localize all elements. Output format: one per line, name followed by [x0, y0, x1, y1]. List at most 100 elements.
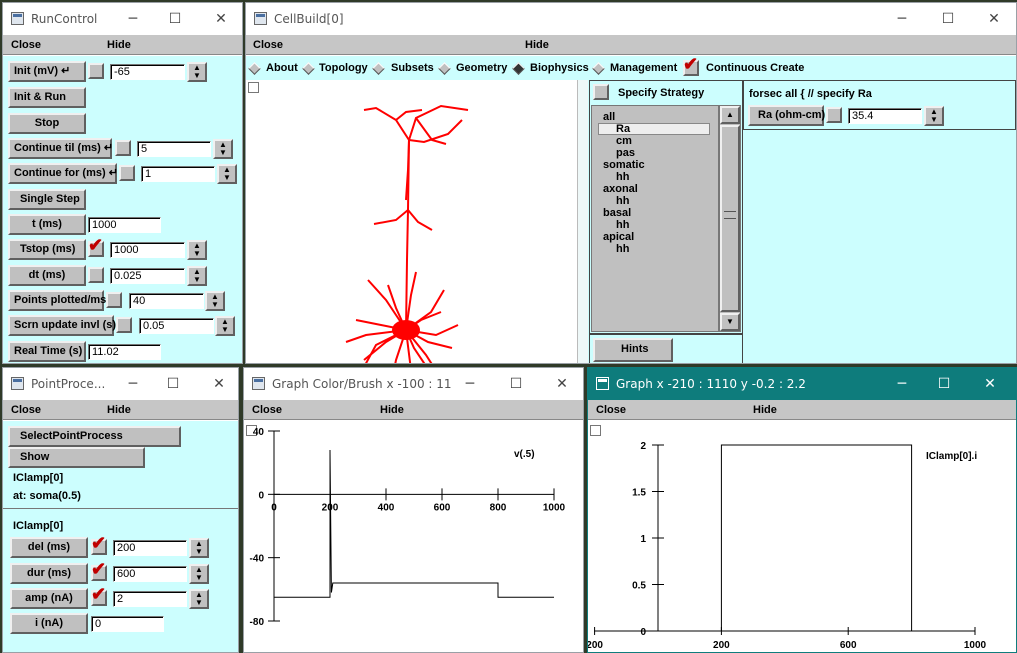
dur-button[interactable]: dur (ms)	[10, 563, 88, 584]
points-plotted-button[interactable]: Points plotted/ms	[8, 290, 106, 311]
list-scrollbar[interactable]: ▲ ▼	[719, 105, 741, 332]
del-checkbox[interactable]: ✔	[91, 534, 107, 555]
close-menu[interactable]: Close	[11, 404, 41, 416]
minimize-icon[interactable]: ─	[123, 9, 143, 29]
scroll-down-icon[interactable]: ▼	[720, 313, 740, 331]
show-button[interactable]: Show	[8, 447, 145, 468]
close-icon[interactable]: ✕	[984, 9, 1004, 29]
close-menu[interactable]: Close	[11, 39, 41, 51]
ra-checkbox[interactable]	[826, 107, 842, 123]
continue-for-input[interactable]: 1	[141, 166, 215, 182]
scroll-thumb[interactable]	[720, 125, 740, 312]
hide-menu[interactable]: Hide	[380, 404, 404, 416]
scrn-update-button[interactable]: Scrn update invl (s)	[8, 315, 116, 336]
tstop-checkbox[interactable]: ✔	[88, 236, 104, 257]
scrn-update-input[interactable]: 0.05	[139, 318, 214, 334]
amp-stepper[interactable]: ▲ ▼	[189, 589, 209, 609]
ra-button[interactable]: Ra (ohm-cm)	[748, 105, 825, 126]
del-stepper[interactable]: ▲ ▼	[189, 538, 209, 558]
continue-til-stepper[interactable]: ▲ ▼	[213, 139, 233, 159]
real-time-button[interactable]: Real Time (s)	[8, 341, 86, 362]
amp-input[interactable]: 2	[113, 591, 187, 607]
dt-button[interactable]: dt (ms)	[8, 265, 86, 286]
hide-menu[interactable]: Hide	[753, 404, 777, 416]
minimize-icon[interactable]: ─	[123, 374, 143, 394]
list-item[interactable]: hh	[616, 219, 629, 231]
tstop-input[interactable]: 1000	[110, 242, 185, 258]
init-checkbox[interactable]	[88, 63, 104, 79]
list-item[interactable]: cm	[616, 135, 632, 147]
list-item[interactable]: Ra	[616, 123, 630, 135]
tstop-button[interactable]: Tstop (ms)	[8, 239, 86, 260]
maximize-icon[interactable]: ☐	[506, 374, 526, 394]
maximize-icon[interactable]: ☐	[934, 374, 954, 394]
continue-til-button[interactable]: Continue til (ms) ↵	[8, 138, 113, 159]
minimize-icon[interactable]: ─	[892, 9, 912, 29]
continue-for-button[interactable]: Continue for (ms) ↵	[8, 163, 118, 184]
close-icon[interactable]: ✕	[209, 374, 229, 394]
t-button[interactable]: t (ms)	[8, 214, 86, 235]
close-menu[interactable]: Close	[253, 39, 283, 51]
specify-strategy-checkbox[interactable]	[593, 84, 609, 100]
continue-for-stepper[interactable]: ▲ ▼	[217, 164, 237, 184]
ra-stepper[interactable]: ▲ ▼	[924, 106, 944, 126]
scrn-update-stepper[interactable]: ▲ ▼	[215, 316, 235, 336]
del-input[interactable]: 200	[113, 540, 187, 556]
init-stepper[interactable]: ▲ ▼	[187, 62, 207, 82]
list-item[interactable]: somatic	[603, 159, 645, 171]
maximize-icon[interactable]: ☐	[165, 9, 185, 29]
dur-stepper[interactable]: ▲ ▼	[189, 564, 209, 584]
scroll-up-icon[interactable]: ▲	[720, 106, 740, 124]
list-item[interactable]: pas	[616, 147, 635, 159]
strategy-list[interactable]: all Ra cm pas somatic hh axonal hh basal…	[591, 105, 719, 332]
dur-input[interactable]: 600	[113, 566, 187, 582]
dt-stepper[interactable]: ▲ ▼	[187, 266, 207, 286]
scrn-update-checkbox[interactable]	[116, 317, 132, 333]
hide-menu[interactable]: Hide	[107, 404, 131, 416]
stop-button[interactable]: Stop	[8, 113, 86, 134]
continue-for-checkbox[interactable]	[119, 165, 135, 181]
cell-build-titlebar[interactable]: CellBuild[0] ─ ☐ ✕	[246, 3, 1016, 35]
list-item[interactable]: hh	[616, 195, 629, 207]
list-item[interactable]: basal	[603, 207, 631, 219]
close-icon[interactable]: ✕	[552, 374, 572, 394]
select-point-process-button[interactable]: SelectPointProcess	[8, 426, 181, 447]
hide-menu[interactable]: Hide	[107, 39, 131, 51]
voltage-plot-area[interactable]: 0 200 400 600 800 1000 40 0 -40 -80 v(.5)	[244, 421, 583, 652]
single-step-button[interactable]: Single Step	[8, 189, 86, 210]
i-button[interactable]: i (nA)	[10, 613, 88, 634]
continue-til-input[interactable]: 5	[137, 141, 211, 157]
morphology-canvas[interactable]	[246, 80, 577, 363]
list-item[interactable]: all	[603, 111, 615, 123]
list-item[interactable]: axonal	[603, 183, 638, 195]
dt-checkbox[interactable]	[88, 267, 104, 283]
run-control-titlebar[interactable]: RunControl ─ ☐ ✕	[3, 3, 242, 35]
close-icon[interactable]: ✕	[980, 374, 1000, 394]
list-item[interactable]: hh	[616, 243, 629, 255]
maximize-icon[interactable]: ☐	[938, 9, 958, 29]
tstop-stepper[interactable]: ▲ ▼	[187, 240, 207, 260]
init-run-button[interactable]: Init & Run	[8, 87, 86, 108]
maximize-icon[interactable]: ☐	[163, 374, 183, 394]
list-item[interactable]: apical	[603, 231, 634, 243]
init-button[interactable]: Init (mV) ↵	[8, 61, 86, 82]
hints-button[interactable]: Hints	[593, 338, 673, 362]
amp-button[interactable]: amp (nA)	[10, 588, 88, 609]
close-menu[interactable]: Close	[252, 404, 282, 416]
amp-checkbox[interactable]: ✔	[91, 585, 107, 606]
current-graph-titlebar[interactable]: Graph x -210 : 1110 y -0.2 : 2.2 ─ ☐ ✕	[588, 368, 1016, 400]
continue-til-checkbox[interactable]	[115, 140, 131, 156]
points-plotted-input[interactable]: 40	[129, 293, 204, 309]
close-icon[interactable]: ✕	[211, 9, 231, 29]
init-input[interactable]: -65	[110, 64, 185, 80]
hide-menu[interactable]: Hide	[525, 39, 549, 51]
list-item[interactable]: hh	[616, 171, 629, 183]
dt-input[interactable]: 0.025	[110, 268, 185, 284]
minimize-icon[interactable]: ─	[460, 374, 480, 394]
close-menu[interactable]: Close	[596, 404, 626, 416]
point-process-titlebar[interactable]: PointProce... ─ ☐ ✕	[3, 368, 238, 400]
points-plotted-stepper[interactable]: ▲ ▼	[205, 291, 225, 311]
current-plot-area[interactable]: 2 1.5 1 0.5 0 200 200 600 1000 IClamp[0].i	[588, 421, 1016, 652]
ra-input[interactable]: 35.4	[848, 108, 922, 124]
del-button[interactable]: del (ms)	[10, 537, 88, 558]
